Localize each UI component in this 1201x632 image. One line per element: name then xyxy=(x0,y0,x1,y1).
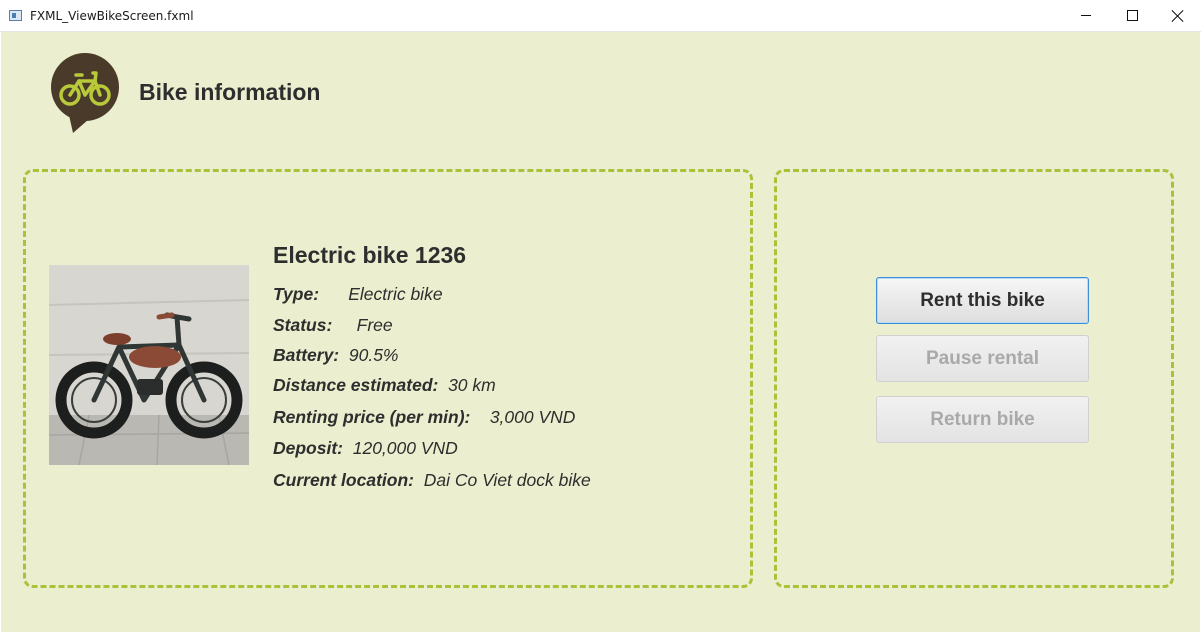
bike-photo xyxy=(49,265,249,465)
detail-value: Dai Co Viet dock bike xyxy=(423,470,591,490)
maximize-button[interactable] xyxy=(1109,0,1155,31)
bike-logo-icon xyxy=(51,53,119,133)
close-icon xyxy=(1172,10,1184,22)
app-icon xyxy=(9,10,22,21)
main-content: Bike information Electric bike 1236 Type… xyxy=(1,32,1200,632)
detail-label: Renting price (per min): xyxy=(273,407,471,427)
detail-row-type: Type: Electric bike xyxy=(273,284,443,305)
detail-value: 30 km xyxy=(448,375,496,395)
return-bike-button[interactable]: Return bike xyxy=(876,396,1089,443)
detail-row-status: Status: Free xyxy=(273,315,393,336)
bike-name: Electric bike 1236 xyxy=(273,242,467,268)
minimize-button[interactable] xyxy=(1063,0,1109,31)
rent-bike-button[interactable]: Rent this bike xyxy=(876,277,1089,324)
detail-value: 90.5% xyxy=(348,345,399,365)
detail-row-deposit: Deposit: 120,000 VND xyxy=(273,438,458,459)
detail-value: 120,000 VND xyxy=(352,438,458,458)
pause-rental-button[interactable]: Pause rental xyxy=(876,335,1089,382)
detail-value: Free xyxy=(356,315,393,335)
detail-label: Distance estimated: xyxy=(273,375,439,395)
detail-label: Current location: xyxy=(273,470,414,490)
detail-row-distance: Distance estimated: 30 km xyxy=(273,375,496,396)
detail-row-battery: Battery: 90.5% xyxy=(273,345,399,366)
detail-row-price: Renting price (per min): 3,000 VND xyxy=(273,407,575,428)
detail-label: Status: xyxy=(273,315,333,335)
detail-label: Deposit: xyxy=(273,438,343,458)
detail-label: Type: xyxy=(273,284,320,304)
detail-row-location: Current location: Dai Co Viet dock bike xyxy=(273,470,591,491)
window-title: FXML_ViewBikeScreen.fxml xyxy=(30,9,194,23)
minimize-icon xyxy=(1081,15,1091,16)
page-title: Bike information xyxy=(139,79,321,105)
detail-label: Battery: xyxy=(273,345,340,365)
detail-value: 3,000 VND xyxy=(489,407,576,427)
detail-value: Electric bike xyxy=(348,284,443,304)
maximize-icon xyxy=(1126,10,1138,21)
close-button[interactable] xyxy=(1155,0,1201,31)
window-titlebar: FXML_ViewBikeScreen.fxml xyxy=(0,0,1201,32)
